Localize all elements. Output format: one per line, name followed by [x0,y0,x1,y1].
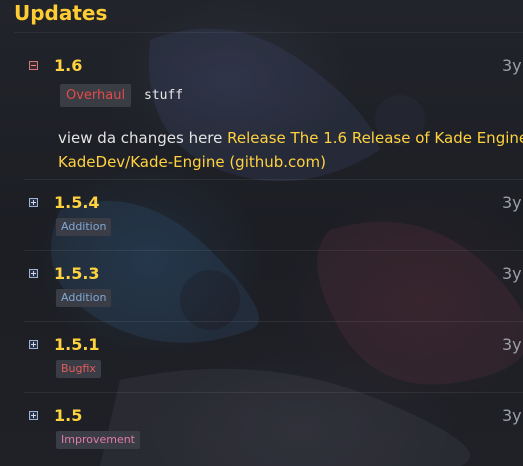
time-ago: 3y [502,335,522,354]
title-divider [14,32,523,33]
expand-plus-icon[interactable] [29,269,38,278]
version-label[interactable]: 1.5.1 [54,335,100,354]
tag-badge: Improvement [56,431,140,449]
time-ago: 3y [502,193,522,212]
expand-plus-icon[interactable] [29,411,38,420]
version-label[interactable]: 1.5.3 [54,264,100,283]
version-label[interactable]: 1.6 [54,56,82,75]
update-description: view da changes here Release The 1.6 Rel… [58,126,523,174]
entry-divider [24,250,523,251]
version-label[interactable]: 1.5 [54,406,82,425]
entry-divider [24,321,523,322]
update-subtitle: stuff [144,88,184,103]
updates-panel: Updates 1.6 3y Overhaul stuff view da ch… [0,0,523,466]
time-ago: 3y [502,264,522,283]
expand-plus-icon[interactable] [29,340,38,349]
tag-badge: Addition [56,289,112,307]
tag-badge: Bugfix [56,360,101,378]
collapse-minus-icon[interactable] [29,61,38,70]
description-text: view da changes here [58,129,228,147]
tag-badge: Overhaul [60,84,132,107]
time-ago: 3y [502,56,522,75]
entry-divider [24,179,523,180]
tag-badge: Addition [56,218,112,236]
expand-plus-icon[interactable] [29,198,38,207]
time-ago: 3y [502,406,522,425]
page-title: Updates [14,1,108,25]
entry-divider [24,392,523,393]
version-label[interactable]: 1.5.4 [54,193,100,212]
